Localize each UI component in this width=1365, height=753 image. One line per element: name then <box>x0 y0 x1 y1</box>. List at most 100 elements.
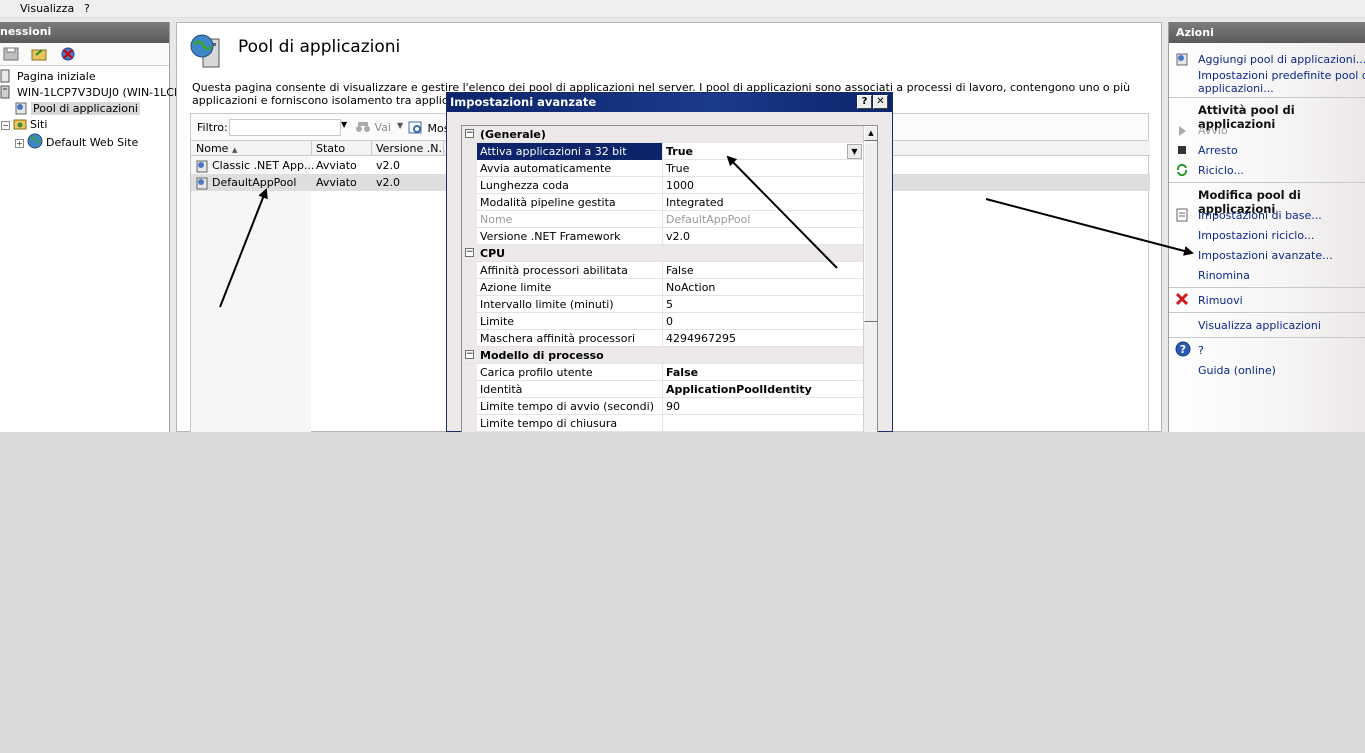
category-label: Modello di processo <box>480 349 604 362</box>
property-row[interactable]: Limite 0 <box>462 313 864 330</box>
property-row[interactable]: Modalità pipeline gestita Integrated <box>462 194 864 211</box>
add-app-pool-link[interactable]: Aggiungi pool di applicazioni... <box>1198 53 1365 66</box>
tree-item-server[interactable]: WIN-1LCP7V3DUJ0 (WIN-1LCP7V <box>0 85 195 101</box>
property-row[interactable]: Nome DefaultAppPool <box>462 211 864 228</box>
cell-version: v2.0 <box>376 176 401 189</box>
column-divider <box>662 398 663 415</box>
tree-item-default-web-site[interactable]: + Default Web Site <box>15 133 138 149</box>
remove-link[interactable]: Rimuovi <box>1198 294 1243 307</box>
sites-folder-icon <box>13 117 27 131</box>
view-applications-link[interactable]: Visualizza applicazioni <box>1198 319 1321 332</box>
stop-link[interactable]: Arresto <box>1198 144 1238 157</box>
expand-icon[interactable]: + <box>15 139 24 148</box>
collapse-icon[interactable]: − <box>465 129 474 138</box>
basic-settings-link[interactable]: Impostazioni di base... <box>1198 209 1322 222</box>
property-name: Lunghezza coda <box>480 179 569 192</box>
advanced-settings-link[interactable]: Impostazioni avanzate... <box>1198 249 1333 262</box>
property-value[interactable]: 1000 <box>666 179 694 192</box>
dialog-title-bar[interactable]: Impostazioni avanzate <box>447 93 892 112</box>
property-row[interactable]: Limite tempo di avvio (secondi) 90 <box>462 398 864 415</box>
disconnect-icon[interactable] <box>60 47 76 61</box>
dialog-help-button[interactable]: ? <box>857 95 872 109</box>
menu-help[interactable]: ? <box>84 2 90 15</box>
row-margin <box>462 194 477 211</box>
category-general[interactable]: − (Generale) <box>462 126 864 143</box>
property-row[interactable]: Identità ApplicationPoolIdentity <box>462 381 864 398</box>
home-page-icon <box>0 69 14 83</box>
recycle-settings-link[interactable]: Impostazioni riciclo... <box>1198 229 1314 242</box>
basic-settings-icon <box>1175 208 1189 222</box>
online-help-link[interactable]: Guida (online) <box>1198 364 1276 377</box>
help-icon: ? <box>1175 341 1191 357</box>
property-value[interactable]: ApplicationPoolIdentity <box>666 383 812 396</box>
connect-icon[interactable] <box>31 47 47 61</box>
tree-item-app-pools[interactable]: Pool di applicazioni <box>14 101 140 117</box>
recycle-link[interactable]: Riciclo... <box>1198 164 1244 177</box>
divider <box>1169 287 1365 288</box>
help-link[interactable]: ? <box>1198 344 1204 357</box>
go-button[interactable]: Vai <box>355 121 391 134</box>
property-name: Avvia automaticamente <box>480 162 612 175</box>
column-separator[interactable] <box>443 141 444 156</box>
tree-item-label: Pool di applicazioni <box>31 102 140 115</box>
property-value[interactable]: Integrated <box>666 196 724 209</box>
column-separator[interactable] <box>371 141 372 156</box>
collapse-icon[interactable]: − <box>465 350 474 359</box>
menu-view[interactable]: Visualizza <box>20 2 74 15</box>
property-row[interactable]: Maschera affinità processori 4294967295 <box>462 330 864 347</box>
globe-icon <box>27 133 43 149</box>
filter-input[interactable] <box>229 119 341 136</box>
tree-item-label: Pagina iniziale <box>17 70 96 83</box>
filter-dropdown-icon[interactable]: ▼ <box>341 120 347 129</box>
property-value[interactable]: False <box>666 264 694 277</box>
dropdown-arrow-icon[interactable]: ▼ <box>847 144 862 159</box>
vertical-scrollbar[interactable]: ▲ <box>863 126 877 432</box>
property-value-dropdown[interactable]: True <box>666 145 693 158</box>
row-margin <box>462 330 477 347</box>
collapse-icon[interactable]: − <box>1 121 10 130</box>
column-separator[interactable] <box>311 141 312 156</box>
cell-name: Classic .NET App... <box>212 159 315 172</box>
svg-text:?: ? <box>1180 343 1186 356</box>
app-pool-icon <box>195 176 209 190</box>
property-row[interactable]: Azione limite NoAction <box>462 279 864 296</box>
collapse-icon[interactable]: − <box>465 248 474 257</box>
column-divider <box>662 279 663 296</box>
column-divider <box>662 262 663 279</box>
pool-defaults-link-line1[interactable]: Impostazioni predefinite pool di <box>1198 69 1365 82</box>
scrollbar-thumb[interactable] <box>864 142 877 322</box>
property-value[interactable]: 90 <box>666 400 680 413</box>
property-row[interactable]: Limite tempo di chiusura <box>462 415 864 432</box>
pool-defaults-link-line2[interactable]: applicazioni... <box>1198 82 1274 95</box>
property-row[interactable]: Carica profilo utente False <box>462 364 864 381</box>
column-header-name[interactable]: Nome ▲ <box>196 142 237 155</box>
go-dropdown-icon[interactable]: ▼ <box>397 121 403 130</box>
category-cpu[interactable]: − CPU <box>462 245 864 262</box>
property-row[interactable]: Intervallo limite (minuti) 5 <box>462 296 864 313</box>
property-value[interactable]: 4294967295 <box>666 332 736 345</box>
column-divider <box>662 313 663 330</box>
tree-item-home[interactable]: Pagina iniziale <box>0 69 96 85</box>
property-row[interactable]: Lunghezza coda 1000 <box>462 177 864 194</box>
property-value[interactable]: 0 <box>666 315 673 328</box>
column-header-state[interactable]: Stato <box>316 142 345 155</box>
dialog-close-button[interactable]: ✕ <box>873 95 888 109</box>
property-value[interactable]: 5 <box>666 298 673 311</box>
property-value[interactable]: True <box>666 162 689 175</box>
property-value[interactable]: False <box>666 366 698 379</box>
category-process-model[interactable]: − Modello di processo <box>462 347 864 364</box>
property-row[interactable]: Avvia automaticamente True <box>462 160 864 177</box>
show-all-button[interactable]: Mos <box>408 121 449 135</box>
column-header-version[interactable]: Versione .N... <box>376 142 449 155</box>
rename-link[interactable]: Rinomina <box>1198 269 1250 282</box>
property-row[interactable]: Versione .NET Framework v2.0 <box>462 228 864 245</box>
property-value[interactable]: NoAction <box>666 281 715 294</box>
property-value[interactable]: v2.0 <box>666 230 690 243</box>
connections-title: nessioni <box>0 25 52 38</box>
tree-item-sites[interactable]: − Siti <box>1 117 47 133</box>
save-icon[interactable] <box>3 47 19 61</box>
start-link[interactable]: Avvio <box>1198 124 1228 137</box>
scroll-up-icon[interactable]: ▲ <box>864 126 877 141</box>
property-row[interactable]: Affinità processori abilitata False <box>462 262 864 279</box>
property-row[interactable]: Attiva applicazioni a 32 bit True ▼ <box>462 143 864 160</box>
